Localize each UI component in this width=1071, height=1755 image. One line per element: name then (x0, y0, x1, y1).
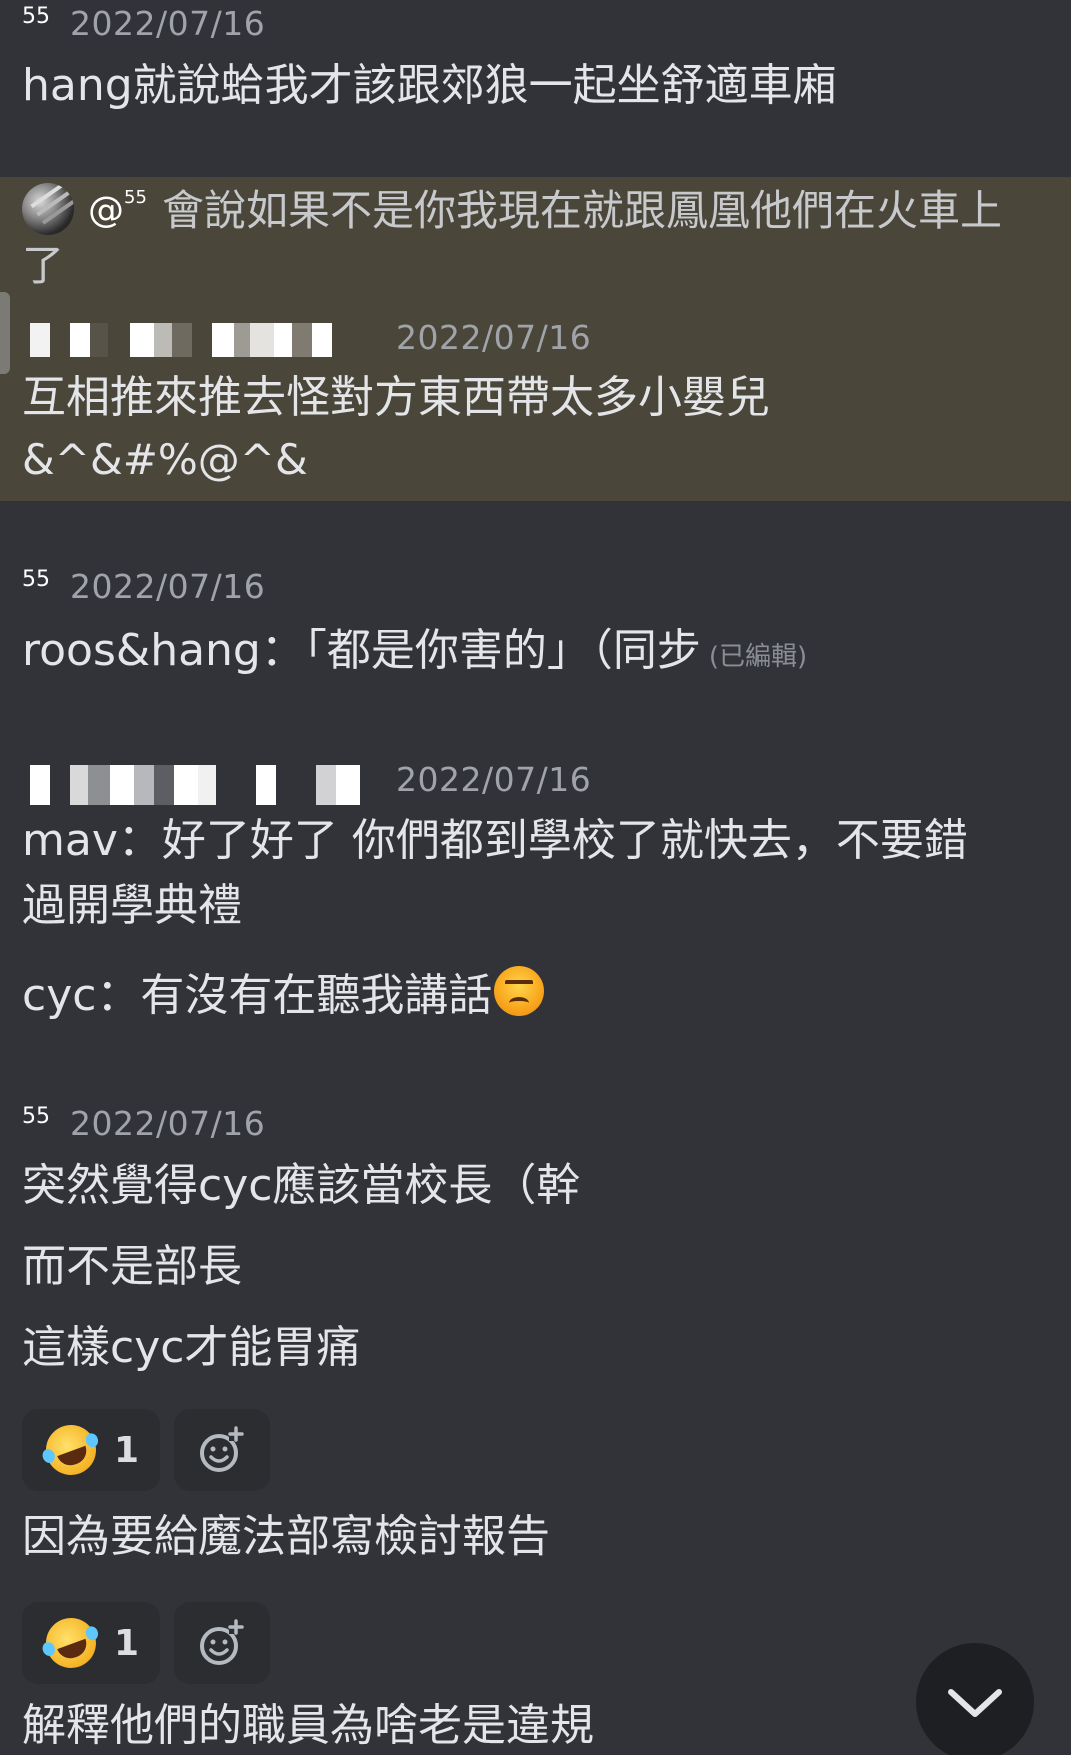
scroll-to-bottom-button[interactable] (916, 1643, 1034, 1755)
add-reaction-icon (200, 1619, 244, 1665)
message-text: 因為要給魔法部寫檢討報告 (22, 1511, 550, 1562)
message-text: 這樣cyc才能胃痛 (22, 1322, 361, 1373)
message-text: 解釋他們的職員為啥老是違規 (22, 1700, 594, 1751)
mention-highlight-bar (0, 292, 10, 374)
reaction-count: 1 (114, 1622, 140, 1664)
reaction-chip[interactable]: 1 (22, 1409, 160, 1491)
chat-view: 55 2022/07/16 hang就說蛤我才該跟郊狼一起坐舒適車廂 @55 會… (0, 0, 1071, 1755)
timestamp: 2022/07/16 (70, 4, 266, 43)
message-text: mav：好了好了 你們都到學校了就快去，不要錯 (22, 815, 968, 866)
add-reaction-button[interactable] (174, 1409, 270, 1491)
angry-face-icon (494, 966, 545, 1016)
message-text: 互相推來推去怪對方東西帶太多小嬰兒 (22, 372, 770, 423)
timestamp: 2022/07/16 (70, 1104, 266, 1143)
username[interactable]: 55 (22, 1104, 50, 1129)
message-text: 突然覺得cyc應該當校長（幹 (22, 1160, 581, 1211)
message-header: 55 2022/07/16 (22, 4, 265, 43)
reply-avatar[interactable] (22, 183, 74, 235)
reply-mention[interactable]: @55 (88, 187, 147, 231)
message-header: 55 2022/07/16 (22, 1104, 265, 1143)
message-text: 而不是部長 (22, 1241, 242, 1292)
add-reaction-icon (200, 1426, 244, 1472)
timestamp: 2022/07/16 (396, 760, 592, 799)
username-pixelated[interactable] (30, 765, 360, 805)
add-reaction-button[interactable] (174, 1602, 270, 1684)
message-text: &^&#%@^& (22, 435, 308, 484)
message-text: hang就說蛤我才該跟郊狼一起坐舒適車廂 (22, 60, 837, 111)
message-text: roos&hang：「都是你害的」（同步 (已編輯) (22, 625, 808, 676)
message-text: 過開學典禮 (22, 880, 242, 931)
rolling-on-floor-laughing-icon (38, 1610, 104, 1676)
timestamp: 2022/07/16 (396, 318, 592, 357)
message-header: 55 2022/07/16 (22, 567, 265, 606)
message-text: cyc：有沒有在聽我講話 (22, 966, 545, 1023)
timestamp: 2022/07/16 (70, 567, 266, 606)
reply-mention-user: 55 (124, 187, 147, 208)
reply-preview-text-continued[interactable]: 了 (22, 240, 64, 293)
chevron-down-icon (948, 1689, 1002, 1717)
username-pixelated[interactable] (30, 323, 332, 357)
edited-label: (已編輯) (708, 642, 808, 672)
rolling-on-floor-laughing-icon (38, 1417, 104, 1483)
username[interactable]: 55 (22, 4, 50, 29)
username[interactable]: 55 (22, 567, 50, 592)
reaction-chip[interactable]: 1 (22, 1602, 160, 1684)
reaction-count: 1 (114, 1429, 140, 1471)
reply-preview-text[interactable]: 會說如果不是你我現在就跟鳳凰他們在火車上 (162, 185, 1002, 238)
